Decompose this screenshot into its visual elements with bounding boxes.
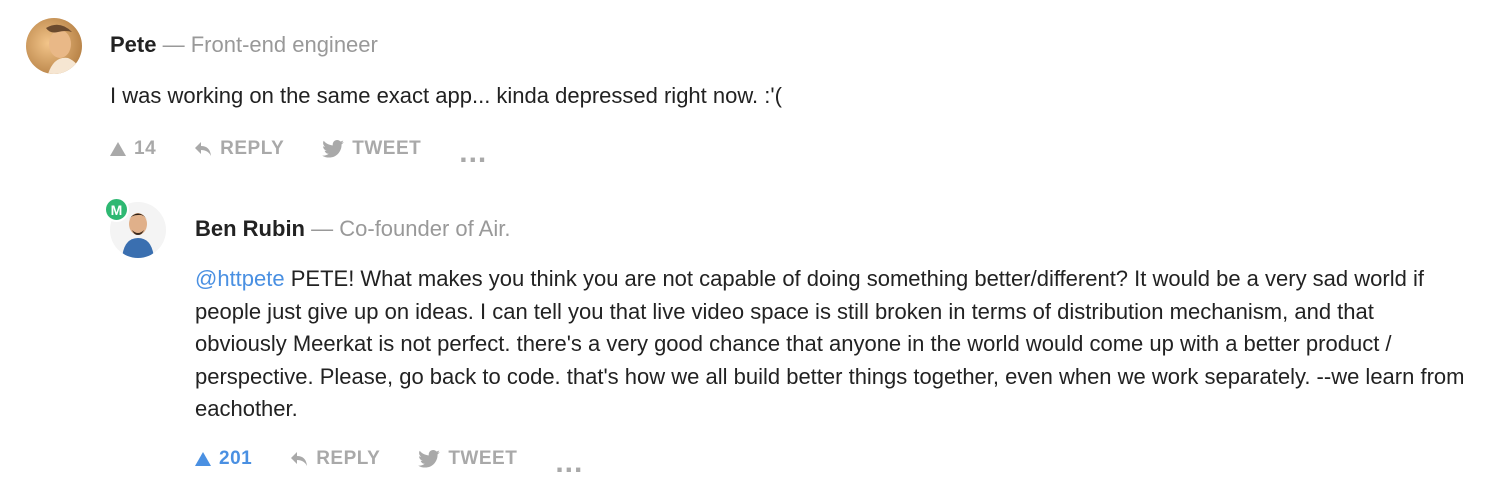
more-options-button[interactable]: ... (555, 446, 584, 479)
twitter-bird-icon (418, 450, 441, 468)
tweet-button[interactable]: TWEET (322, 138, 421, 160)
tweet-button[interactable]: TWEET (418, 448, 517, 470)
reply-label: REPLY (220, 138, 285, 159)
tweet-label: TWEET (448, 448, 518, 469)
comment-body: PETE! What makes you think you are not c… (195, 266, 1465, 421)
comment-body: I was working on the same exact app... k… (110, 83, 782, 108)
author-headline: Co-founder of Air. (339, 216, 511, 241)
vote-count: 14 (134, 138, 157, 159)
comment-text: I was working on the same exact app... k… (110, 80, 1410, 113)
author-name[interactable]: Ben Rubin (195, 216, 305, 241)
twitter-bird-icon (322, 140, 345, 158)
more-label: ... (459, 136, 488, 169)
more-label: ... (555, 446, 584, 479)
upvote-button[interactable]: 201 (195, 448, 252, 470)
comment-ben-rubin: M Ben Rubin — Co-founder of Air. @httpet… (0, 190, 1488, 500)
upvote-triangle-icon (110, 142, 126, 156)
reply-label: REPLY (316, 448, 381, 469)
reply-button[interactable]: REPLY (194, 138, 284, 160)
user-mention-link[interactable]: @httpete (195, 266, 285, 291)
comment-text: @httpete PETE! What makes you think you … (195, 263, 1470, 426)
upvote-triangle-icon (195, 452, 211, 466)
upvote-button[interactable]: 14 (110, 138, 156, 160)
tweet-label: TWEET (352, 138, 422, 159)
avatar-photo-icon (26, 18, 82, 74)
maker-badge: M (104, 197, 129, 222)
more-options-button[interactable]: ... (459, 136, 488, 169)
comment-actions: 201 REPLY TWEET ... (195, 445, 621, 479)
comment-actions: 14 REPLY TWEET ... (110, 135, 525, 169)
comment-header: Pete — Front-end engineer (110, 32, 378, 58)
comment-pete: Pete — Front-end engineer I was working … (0, 0, 1488, 180)
reply-arrow-icon (195, 142, 212, 156)
avatar[interactable] (26, 18, 82, 74)
vote-count: 201 (219, 448, 253, 469)
separator: — (311, 216, 334, 241)
reply-arrow-icon (291, 452, 308, 466)
comment-header: Ben Rubin — Co-founder of Air. (195, 216, 510, 242)
author-headline: Front-end engineer (190, 32, 378, 57)
reply-button[interactable]: REPLY (290, 448, 380, 470)
badge-label: M (110, 201, 123, 218)
author-name[interactable]: Pete (110, 32, 156, 57)
separator: — (162, 32, 185, 57)
